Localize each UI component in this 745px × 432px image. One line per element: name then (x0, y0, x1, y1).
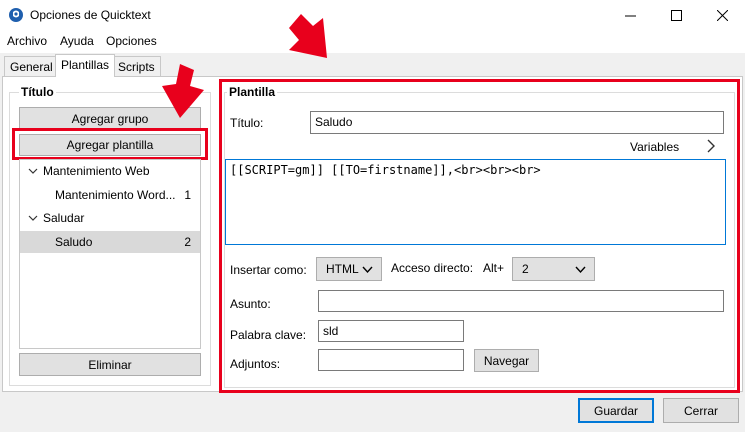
maximize-button[interactable] (653, 0, 699, 31)
minimize-button[interactable] (607, 0, 653, 31)
chevron-down-icon[interactable] (28, 166, 38, 176)
title-group-label: Título (19, 85, 56, 99)
chevron-down-icon[interactable] (28, 213, 38, 223)
menu-ayuda[interactable]: Ayuda (60, 34, 94, 48)
subject-input[interactable] (318, 290, 724, 312)
delete-button[interactable]: Eliminar (19, 353, 201, 376)
annotation-arrow-icon (289, 14, 327, 58)
tab-general[interactable]: General (4, 56, 59, 76)
add-template-highlight (12, 128, 208, 160)
template-tree[interactable]: Mantenimiento Web Mantenimiento Word... … (19, 159, 201, 349)
chevron-right-icon[interactable] (706, 139, 716, 153)
tree-item-count: 1 (184, 188, 191, 202)
shortcut-value: 2 (522, 262, 529, 276)
window-title: Opciones de Quicktext (30, 8, 151, 22)
insert-as-value: HTML (326, 262, 359, 276)
title-bar: Opciones de Quicktext (0, 0, 745, 31)
tree-item-mantenimiento-word[interactable]: Mantenimiento Word... 1 (20, 184, 200, 206)
insert-as-select[interactable]: HTML (316, 257, 382, 281)
shortcut-label: Acceso directo: (391, 261, 474, 275)
maximize-icon (670, 10, 682, 21)
tree-item-label: Mantenimiento Web (43, 164, 150, 178)
tree-item-count: 2 (184, 235, 191, 249)
annotation-arrow-icon (162, 64, 204, 118)
close-window-button[interactable] (699, 0, 745, 31)
keyword-input[interactable]: sld (318, 320, 464, 342)
title-field-label: Título: (230, 116, 264, 130)
template-body-editor[interactable]: [[SCRIPT=gm]] [[TO=firstname]],<br><br><… (225, 159, 726, 245)
insert-as-label: Insertar como: (230, 263, 307, 277)
template-group-label: Plantilla (227, 85, 278, 99)
tree-group-saludar[interactable]: Saludar (20, 207, 200, 229)
menu-opciones[interactable]: Opciones (106, 34, 157, 48)
minimize-icon (624, 15, 636, 17)
tree-group-mantenimiento-web[interactable]: Mantenimiento Web (20, 160, 200, 182)
menu-archivo[interactable]: Archivo (7, 34, 47, 48)
variables-label[interactable]: Variables (630, 140, 679, 154)
chevron-down-icon (362, 266, 373, 274)
shortcut-select[interactable]: 2 (512, 257, 595, 281)
tab-plantillas[interactable]: Plantillas (55, 54, 116, 77)
tree-item-label: Saludar (43, 211, 85, 225)
browse-button[interactable]: Navegar (474, 349, 539, 372)
close-icon (716, 10, 728, 21)
attachments-label: Adjuntos: (230, 357, 281, 371)
chevron-down-icon (575, 266, 586, 274)
tree-item-label: Saludo (55, 235, 93, 249)
attachments-input[interactable] (318, 349, 464, 371)
tree-item-saludo[interactable]: Saludo 2 (20, 231, 200, 253)
close-button[interactable]: Cerrar (663, 398, 739, 423)
keyword-label: Palabra clave: (230, 328, 307, 342)
save-button[interactable]: Guardar (578, 398, 654, 423)
menu-bar: Archivo Ayuda Opciones (0, 31, 745, 53)
tree-item-label: Mantenimiento Word... (55, 188, 176, 202)
title-input[interactable]: Saludo (310, 111, 724, 134)
quicktext-app-icon (9, 8, 23, 22)
shortcut-modifier: Alt+ (483, 261, 505, 275)
tab-scripts[interactable]: Scripts (112, 56, 161, 76)
subject-label: Asunto: (230, 297, 271, 311)
